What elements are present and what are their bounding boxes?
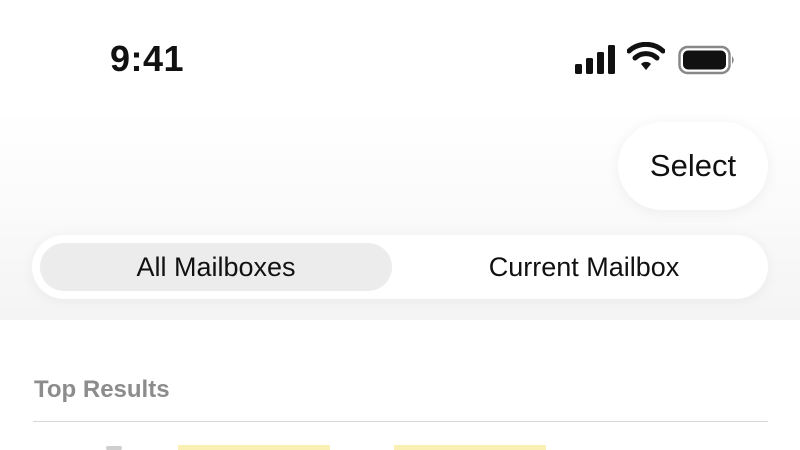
top-results-heading: Top Results: [34, 376, 170, 403]
cellular-signal-icon: [575, 45, 615, 74]
battery-icon: [678, 45, 734, 75]
segment-all-mailboxes[interactable]: All Mailboxes: [40, 243, 392, 291]
status-bar: 9:41: [0, 0, 800, 110]
select-button[interactable]: Select: [618, 122, 768, 210]
segment-current-mailbox[interactable]: Current Mailbox: [408, 243, 760, 291]
status-time: 9:41: [110, 38, 185, 79]
wifi-icon: [627, 42, 665, 70]
section-divider: [33, 421, 768, 422]
search-match-highlight: [394, 445, 546, 450]
mail-search-screen: 9:41 Select All Mailboxes Current Mailbo…: [0, 0, 800, 450]
search-match-highlight: [178, 445, 330, 450]
mailbox-scope-control: All Mailboxes Current Mailbox: [32, 235, 768, 299]
result-avatar-peek: [106, 446, 122, 450]
